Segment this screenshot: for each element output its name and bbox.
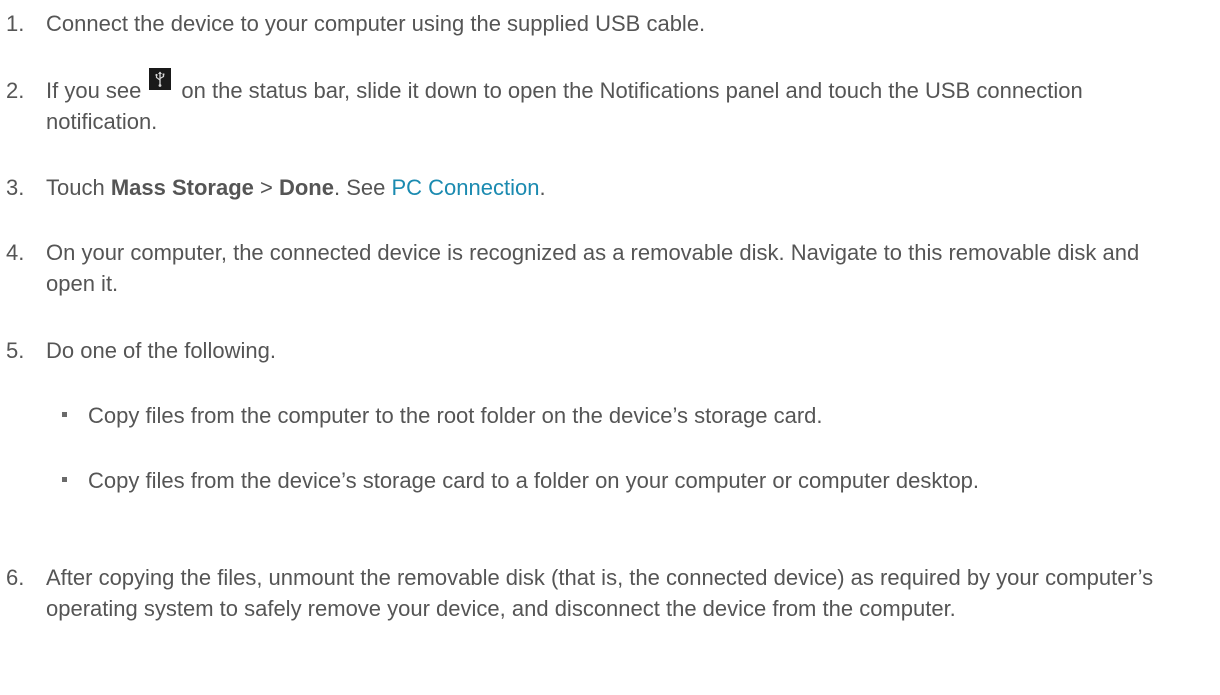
step-text: Connect the device to your computer usin… — [46, 11, 706, 36]
step-number: 4. — [6, 240, 25, 265]
step-3: 3. Touch Mass Storage > Done. See PC Con… — [0, 172, 1220, 203]
bullet-marker — [62, 412, 67, 417]
step-number: 5. — [6, 338, 25, 363]
step-5: 5. Do one of the following. — [0, 335, 1220, 366]
bullet-marker — [62, 477, 67, 482]
mass-storage-label: Mass Storage — [110, 175, 254, 200]
step-4: 4. On your computer, the connected devic… — [0, 237, 1220, 299]
pc-connection-link[interactable]: PC Connection — [391, 175, 539, 200]
step-number: 3. — [6, 175, 25, 200]
step-text-post: on the status bar, slide it down to open… — [46, 78, 1083, 134]
step-text: If you see on the status bar, slide it do… — [46, 68, 1180, 137]
step-text-mid: . See — [333, 175, 392, 200]
step-text: On your computer, the connected device i… — [46, 240, 1140, 296]
bullet-item-1: Copy files from the computer to the root… — [0, 400, 1220, 431]
step-text-pre: If you see — [46, 78, 142, 103]
step-text: After copying the files, unmount the rem… — [46, 565, 1154, 621]
step-text-pre: Touch — [46, 175, 111, 200]
usb-icon — [149, 68, 172, 90]
bullet-item-2: Copy files from the device’s storage car… — [0, 465, 1220, 496]
step-text: Touch Mass Storage > Done. See PC Connec… — [46, 172, 1180, 203]
bullet-text: Copy files from the computer to the root… — [88, 403, 823, 428]
step-number: 2. — [6, 78, 25, 103]
done-label: Done — [278, 175, 334, 200]
step-text: Do one of the following. — [46, 338, 276, 363]
bullet-text: Copy files from the device’s storage car… — [88, 468, 980, 493]
step-6: 6. After copying the files, unmount the … — [0, 562, 1220, 624]
separator: > — [253, 175, 279, 200]
step-2: 2. If you see on the status bar, slide it… — [0, 68, 1220, 137]
step-number: 6. — [6, 565, 25, 590]
step-number: 1. — [6, 11, 25, 36]
step-text-end: . — [539, 175, 546, 200]
step-1: 1. Connect the device to your computer u… — [0, 8, 1220, 39]
